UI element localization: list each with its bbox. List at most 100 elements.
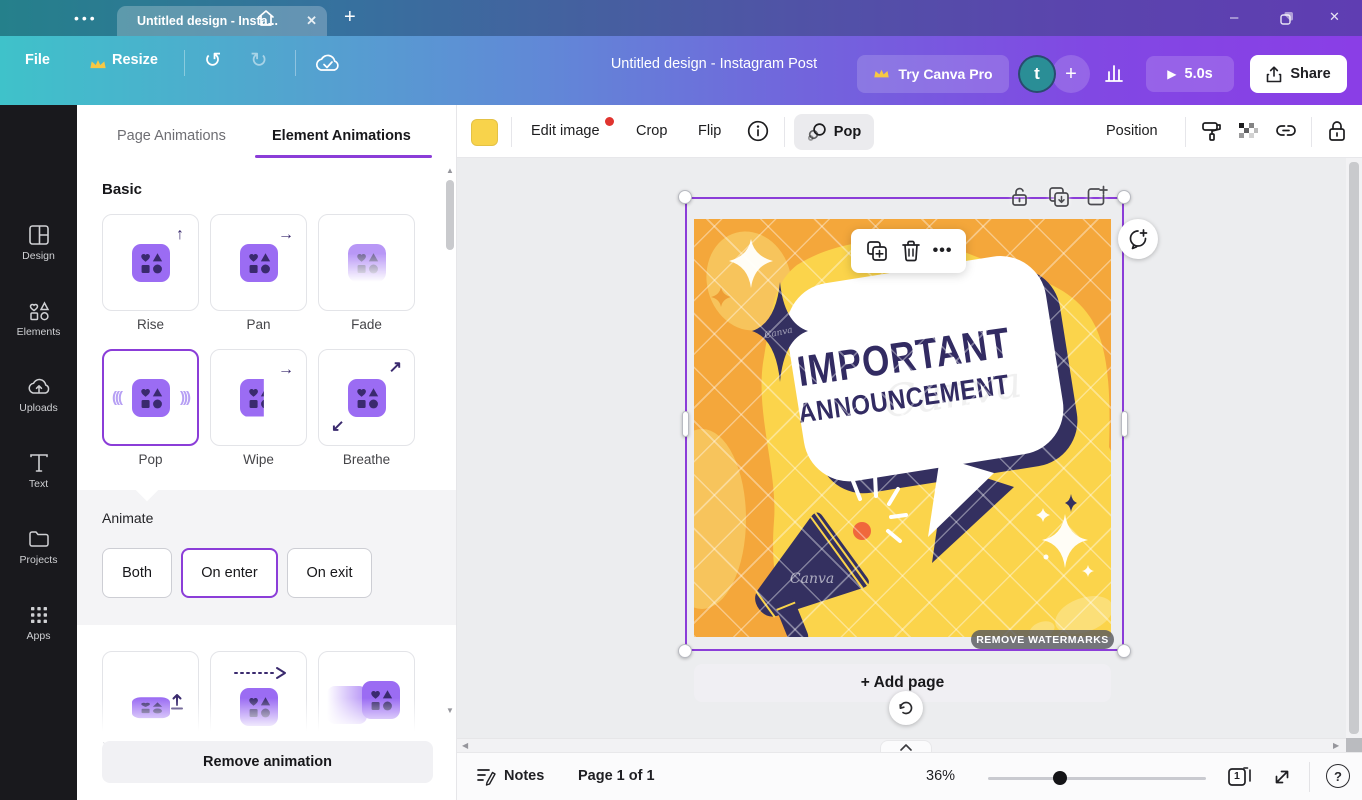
window-minimize-icon[interactable]: – bbox=[1230, 9, 1238, 26]
undo-icon[interactable]: ↺ bbox=[204, 48, 222, 73]
try-pro-label: Try Canva Pro bbox=[898, 66, 992, 82]
play-duration-button[interactable]: ▶ 5.0s bbox=[1146, 56, 1234, 92]
sidebar-item-elements[interactable]: Elements bbox=[0, 299, 77, 365]
scroll-right-icon[interactable]: ▶ bbox=[1333, 742, 1339, 750]
list-fade-overlay bbox=[77, 698, 447, 742]
animation-tile-pop[interactable]: ((( ))) bbox=[102, 349, 199, 446]
animate-option-on-enter[interactable]: On enter bbox=[181, 548, 278, 598]
zoom-percent[interactable]: 36% bbox=[926, 768, 955, 784]
transparency-icon[interactable] bbox=[1236, 120, 1260, 142]
sidebar-item-uploads[interactable]: Uploads bbox=[0, 375, 77, 441]
design-page[interactable]: Canva Canva bbox=[694, 219, 1111, 637]
flip-button[interactable]: Flip bbox=[698, 123, 721, 139]
element-toolbar: ••• bbox=[851, 229, 966, 273]
notes-icon bbox=[476, 767, 496, 786]
cloud-save-icon bbox=[313, 53, 343, 75]
color-swatch[interactable] bbox=[471, 119, 498, 146]
panel-scroll-up-icon[interactable]: ▲ bbox=[446, 167, 454, 175]
resize-handle-se[interactable] bbox=[1117, 644, 1131, 658]
edit-image-button[interactable]: Edit image bbox=[531, 123, 600, 139]
sidebar-item-apps[interactable]: Apps bbox=[0, 603, 77, 669]
zoom-slider-knob[interactable] bbox=[1053, 771, 1067, 785]
editor-header: File Resize ↺ ↻ Untitled design - Instag… bbox=[0, 36, 1362, 105]
duplicate-page-icon[interactable] bbox=[1047, 185, 1071, 209]
redo-icon[interactable]: ↻ bbox=[250, 48, 268, 73]
elements-icon bbox=[27, 299, 51, 323]
panel-scrollbar[interactable] bbox=[446, 180, 454, 250]
sidebar-label: Uploads bbox=[0, 402, 77, 414]
sidebar-item-design[interactable]: Design bbox=[0, 223, 77, 289]
animation-tile-breathe[interactable]: ↗ ↙ bbox=[318, 349, 415, 446]
animate-option-on-exit[interactable]: On exit bbox=[287, 548, 372, 598]
rotate-icon bbox=[897, 699, 915, 717]
notes-button[interactable]: Notes bbox=[504, 768, 544, 784]
add-member-button[interactable]: + bbox=[1052, 55, 1090, 93]
duplicate-icon[interactable] bbox=[865, 239, 889, 263]
help-button[interactable]: ? bbox=[1326, 764, 1350, 788]
dotted-arrow-icon bbox=[233, 666, 289, 680]
rotate-handle[interactable] bbox=[889, 691, 923, 725]
add-comment-button[interactable] bbox=[1118, 219, 1158, 259]
vertical-scrollbar[interactable] bbox=[1346, 158, 1362, 752]
resize-handle-ne[interactable] bbox=[1117, 190, 1131, 204]
animate-option-both[interactable]: Both bbox=[102, 548, 172, 598]
chrome-menu-icon[interactable]: ••• bbox=[74, 10, 98, 26]
tile-label: Pan bbox=[210, 317, 307, 332]
share-label: Share bbox=[1290, 66, 1330, 82]
link-icon[interactable] bbox=[1274, 122, 1298, 140]
share-button[interactable]: Share bbox=[1250, 55, 1347, 93]
uploads-icon bbox=[26, 375, 52, 399]
info-icon[interactable] bbox=[746, 119, 770, 143]
animation-tile-wipe[interactable]: → bbox=[210, 349, 307, 446]
scroll-left-icon[interactable]: ◀ bbox=[462, 742, 468, 750]
delete-icon[interactable] bbox=[900, 239, 922, 263]
fullscreen-icon[interactable] bbox=[1271, 766, 1293, 788]
animation-tile-fade[interactable] bbox=[318, 214, 415, 311]
panel-scroll-down-icon[interactable]: ▼ bbox=[446, 707, 454, 715]
remove-animation-button[interactable]: Remove animation bbox=[102, 741, 433, 783]
document-title[interactable]: Untitled design - Instagram Post bbox=[598, 56, 830, 72]
play-icon: ▶ bbox=[1167, 67, 1176, 81]
insights-icon[interactable] bbox=[1102, 61, 1126, 85]
lock-icon[interactable] bbox=[1326, 118, 1348, 144]
pop-animation-button[interactable]: Pop bbox=[794, 114, 874, 150]
tile-label: Wipe bbox=[210, 452, 307, 467]
crop-button[interactable]: Crop bbox=[636, 123, 667, 139]
tab-close-icon[interactable]: ✕ bbox=[306, 13, 317, 29]
sidebar-label: Text bbox=[0, 478, 77, 490]
more-options-icon[interactable]: ••• bbox=[933, 242, 953, 260]
add-page-icon[interactable] bbox=[1085, 185, 1109, 209]
animation-tile-rise[interactable]: ↑ bbox=[102, 214, 199, 311]
file-menu[interactable]: File bbox=[25, 52, 50, 68]
window-close-icon[interactable]: ✕ bbox=[1329, 9, 1340, 25]
sidebar: Design Elements Uploads Text bbox=[0, 105, 77, 800]
copy-style-icon[interactable] bbox=[1200, 119, 1224, 143]
pages-view-button[interactable]: 1 bbox=[1226, 765, 1252, 789]
tab-page-animations[interactable]: Page Animations bbox=[117, 128, 226, 144]
unlock-page-icon[interactable] bbox=[1009, 185, 1031, 209]
remove-watermarks-button[interactable]: REMOVE WATERMARKS bbox=[971, 630, 1114, 649]
resize-handle-sw[interactable] bbox=[678, 644, 692, 658]
resize-handle-e[interactable] bbox=[1121, 411, 1128, 437]
pop-waves-right-icon: ))) bbox=[180, 389, 189, 406]
toolbar-divider bbox=[1311, 117, 1312, 147]
sidebar-item-text[interactable]: Text bbox=[0, 451, 77, 517]
zoom-slider-track[interactable] bbox=[988, 777, 1206, 780]
window-restore-icon[interactable] bbox=[1280, 11, 1294, 25]
toolbar-divider bbox=[511, 117, 512, 147]
new-tab-icon[interactable]: + bbox=[344, 6, 356, 29]
sidebar-item-projects[interactable]: Projects bbox=[0, 527, 77, 593]
page-indicator: Page 1 of 1 bbox=[578, 768, 655, 784]
avatar[interactable]: t bbox=[1018, 55, 1056, 93]
status-bar: Notes Page 1 of 1 36% 1 ? bbox=[457, 752, 1362, 800]
tab-element-animations[interactable]: Element Animations bbox=[272, 128, 411, 144]
toolbar-divider bbox=[784, 117, 785, 147]
animation-tile-pan[interactable]: → bbox=[210, 214, 307, 311]
browser-tab[interactable]: Untitled design - Insta... ✕ bbox=[117, 6, 327, 36]
resize-handle-nw[interactable] bbox=[678, 190, 692, 204]
position-button[interactable]: Position bbox=[1106, 123, 1158, 139]
vertical-scroll-thumb[interactable] bbox=[1349, 162, 1359, 734]
try-canva-pro-button[interactable]: Try Canva Pro bbox=[857, 55, 1009, 93]
resize-menu[interactable]: Resize bbox=[112, 52, 158, 68]
resize-handle-w[interactable] bbox=[682, 411, 689, 437]
